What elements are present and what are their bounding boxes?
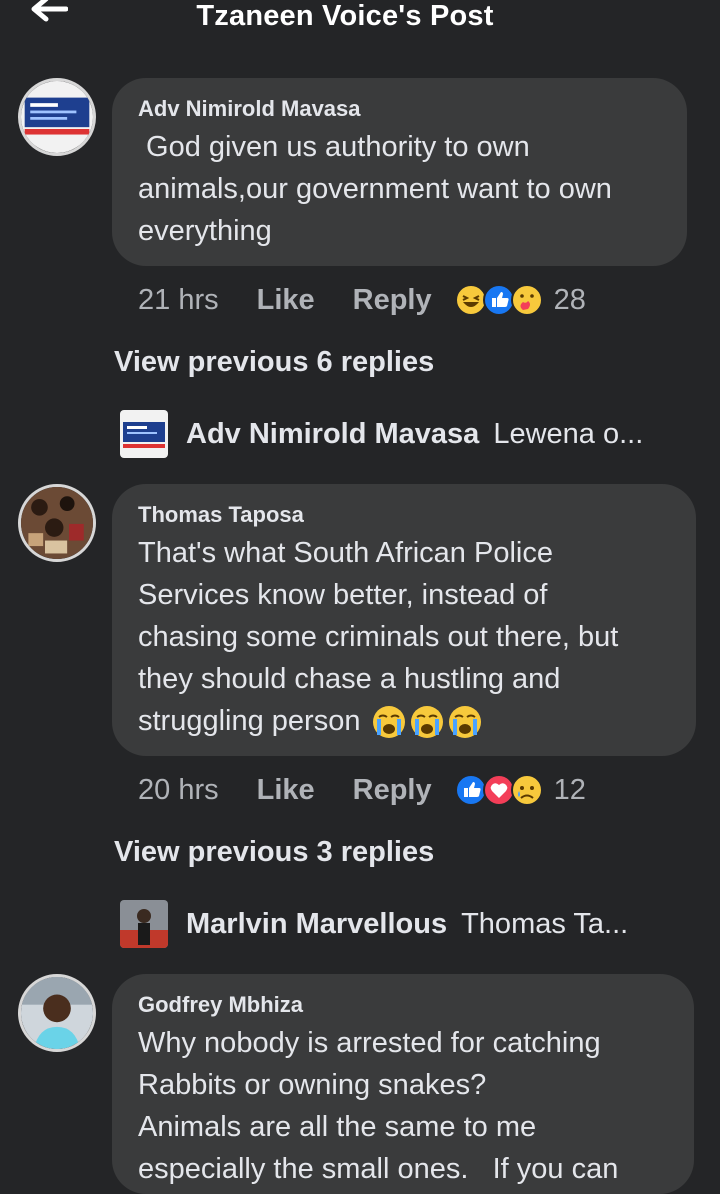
avatar-thomas-taposa[interactable] — [18, 484, 96, 562]
reply-author[interactable]: Marlvin Marvellous — [186, 908, 447, 941]
comment-author[interactable]: Godfrey Mbhiza — [138, 992, 668, 1018]
reactions-summary[interactable] — [454, 773, 544, 807]
loudly-crying-emoji-icon — [410, 706, 443, 739]
comment-author[interactable]: Thomas Taposa — [138, 502, 670, 528]
reply-button[interactable]: Reply — [353, 284, 432, 317]
latest-reply-preview[interactable]: Adv Nimirold Mavasa Lewena o... — [186, 418, 643, 451]
comment-actions: 21 hrs Like Reply 28 — [138, 280, 586, 320]
timestamp[interactable]: 21 hrs — [138, 284, 219, 317]
comment-actions: 20 hrs Like Reply 12 — [138, 770, 586, 810]
view-previous-replies-link[interactable]: View previous 3 replies — [114, 836, 434, 869]
comment-bubble[interactable]: Godfrey Mbhiza Why nobody is arrested fo… — [112, 974, 694, 1194]
reaction-count[interactable]: 28 — [554, 284, 586, 317]
comment-text: God given us authority to own animals,ou… — [138, 131, 612, 247]
reply-author[interactable]: Adv Nimirold Mavasa — [186, 418, 479, 451]
comment-author[interactable]: Adv Nimirold Mavasa — [138, 96, 661, 122]
reply-text: Lewena o... — [493, 418, 644, 450]
like-button[interactable]: Like — [257, 284, 315, 317]
loudly-crying-emoji-icon — [372, 706, 405, 739]
comment-text: Why nobody is arrested for catching Rabb… — [138, 1027, 619, 1185]
page-title: Tzaneen Voice's Post — [196, 0, 494, 32]
reply-text: Thomas Ta... — [461, 908, 629, 940]
reactions-summary[interactable] — [454, 283, 544, 317]
latest-reply-preview[interactable]: Marlvin Marvellous Thomas Ta... — [186, 908, 628, 941]
care-reaction-icon — [510, 284, 543, 316]
timestamp[interactable]: 20 hrs — [138, 774, 219, 807]
view-previous-replies-link[interactable]: View previous 6 replies — [114, 346, 434, 379]
reply-avatar[interactable] — [120, 900, 168, 948]
like-button[interactable]: Like — [257, 774, 315, 807]
reply-button[interactable]: Reply — [353, 774, 432, 807]
avatar-adv-nimirold-mavasa[interactable] — [18, 78, 96, 156]
reaction-count[interactable]: 12 — [554, 774, 586, 807]
reply-avatar[interactable] — [120, 410, 168, 458]
comment-bubble[interactable]: Thomas Taposa That's what South African … — [112, 484, 696, 756]
comment-text: That's what South African Police Service… — [138, 532, 670, 742]
crying-emoji-group — [369, 705, 483, 739]
comment-bubble[interactable]: Adv Nimirold Mavasa God given us authori… — [112, 78, 687, 266]
sad-reaction-icon — [510, 774, 543, 806]
avatar-godfrey-mbhiza[interactable] — [18, 974, 96, 1052]
loudly-crying-emoji-icon — [448, 706, 481, 739]
